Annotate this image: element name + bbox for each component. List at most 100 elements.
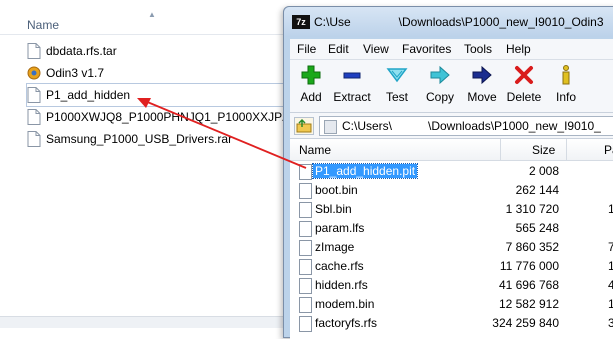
explorer-file-usb-drivers[interactable]: Samsung_P1000_USB_Drivers.rar [27, 128, 299, 150]
archive-row-size: 41 696 768 [498, 278, 559, 292]
explorer-file-label: dbdata.rfs.tar [46, 44, 117, 58]
delete-icon [515, 66, 533, 84]
archive-row-size: 565 248 [515, 221, 559, 235]
archive-row-packed: 4 [608, 278, 613, 292]
explorer-file-p1-add-hidden[interactable]: P1_add_hidden [25, 83, 301, 107]
copy-button[interactable]: Copy [418, 64, 462, 104]
file-icon [299, 240, 312, 256]
up-folder-button[interactable] [294, 117, 314, 135]
test-icon [386, 68, 408, 83]
address-input[interactable]: C:\Users\ \Downloads\P1000_new_I9010_ [319, 116, 613, 136]
archive-row-size: 324 259 840 [492, 316, 559, 330]
explorer-horizontal-scrollbar[interactable] [0, 316, 285, 328]
file-icon [27, 109, 41, 125]
sevenzip-menubar: File Edit View Favorites Tools Help [290, 39, 613, 60]
file-icon [27, 87, 41, 103]
extract-button-label: Extract [333, 90, 371, 104]
test-button[interactable]: Test [375, 64, 419, 104]
archive-row-name: modem.bin [315, 297, 375, 311]
copy-button-label: Copy [425, 90, 454, 104]
archive-file-list: Name Size Pac P1_add_hidden.pit 2 008 bo… [290, 139, 613, 339]
archive-row-name: boot.bin [315, 183, 358, 197]
file-icon [299, 278, 312, 294]
delete-button[interactable]: Delete [502, 64, 546, 104]
archive-row-sbl-bin[interactable]: Sbl.bin 1 310 720 1 [290, 200, 613, 219]
explorer-column-header[interactable]: ▲ Name [0, 8, 285, 35]
file-icon [27, 131, 41, 147]
add-icon [301, 65, 321, 85]
explorer-name-column-label: Name [27, 18, 60, 32]
explorer-file-label: P1_add_hidden [46, 88, 131, 102]
folder-up-icon [296, 118, 312, 133]
archive-row-size: 12 582 912 [498, 297, 559, 311]
extract-button[interactable]: Extract [330, 64, 374, 104]
extract-icon [343, 72, 361, 79]
column-packed-header[interactable]: Pac [604, 143, 613, 157]
archive-row-name: param.lfs [315, 221, 365, 235]
test-button-label: Test [385, 90, 408, 104]
archive-row-param-lfs[interactable]: param.lfs 565 248 [290, 219, 613, 238]
archive-row-zimage[interactable]: zImage 7 860 352 7 [290, 238, 613, 257]
drive-icon [324, 120, 337, 134]
archive-row-size: 2 008 [528, 164, 559, 178]
explorer-panel: ▲ Name dbdata.rfs.tar Odin3 v1.7 P1_add_… [0, 0, 301, 328]
move-button-label: Move [467, 90, 497, 104]
archive-row-name: zImage [315, 240, 355, 254]
column-divider[interactable] [500, 139, 501, 160]
explorer-file-list: dbdata.rfs.tar Odin3 v1.7 P1_add_hidden … [25, 40, 301, 150]
archive-row-packed: 7 [608, 240, 613, 254]
sevenzip-window-title: C:\Use \Downloads\P1000_new_I9010_Odin3 [314, 15, 604, 29]
info-button-label: Info [555, 90, 576, 104]
archive-row-packed: 32 [608, 316, 613, 330]
archive-row-modem-bin[interactable]: modem.bin 12 582 912 1 [290, 295, 613, 314]
add-button[interactable]: Add [289, 64, 333, 104]
sevenzip-toolbar: Add Extract Test Copy Move Delete Info [290, 60, 613, 113]
delete-button-label: Delete [506, 90, 542, 104]
sort-arrow-icon: ▲ [148, 10, 156, 19]
file-icon [299, 316, 312, 332]
archive-row-boot-bin[interactable]: boot.bin 262 144 [290, 181, 613, 200]
archive-row-hidden-rfs[interactable]: hidden.rfs 41 696 768 4 [290, 276, 613, 295]
menu-view[interactable]: View [363, 42, 389, 56]
archive-row-size: 1 310 720 [505, 202, 559, 216]
info-icon [562, 65, 570, 85]
archive-row-name: Sbl.bin [315, 202, 352, 216]
archive-row-factoryfs-rfs[interactable]: factoryfs.rfs 324 259 840 32 [290, 314, 613, 333]
archive-row-size: 262 144 [515, 183, 559, 197]
archive-row-size: 11 776 000 [499, 259, 559, 273]
column-size-header[interactable]: Size [532, 143, 555, 157]
archive-column-header: Name Size Pac [290, 139, 613, 161]
menu-tools[interactable]: Tools [464, 42, 492, 56]
archive-row-packed: 1 [608, 297, 613, 311]
explorer-file-label: Odin3 v1.7 [46, 66, 105, 80]
explorer-file-odin3[interactable]: Odin3 v1.7 [27, 62, 299, 84]
explorer-file-label: P1000XWJQ8_P1000PHNJQ1_P1000XXJPZ... [46, 110, 300, 124]
menu-file[interactable]: File [297, 42, 316, 56]
menu-help[interactable]: Help [506, 42, 531, 56]
file-icon [27, 43, 41, 59]
odin-app-icon [27, 66, 41, 80]
explorer-file-dbdata[interactable]: dbdata.rfs.tar [27, 40, 299, 62]
move-icon [472, 65, 492, 85]
archive-row-p1-add-hidden-pit[interactable]: P1_add_hidden.pit 2 008 [290, 162, 613, 181]
menu-favorites[interactable]: Favorites [402, 42, 451, 56]
move-button[interactable]: Move [460, 64, 504, 104]
copy-icon [430, 65, 450, 85]
address-text: C:\Users\ \Downloads\P1000_new_I9010_ [342, 119, 601, 133]
sevenzip-titlebar[interactable]: 7z C:\Use \Downloads\P1000_new_I9010_Odi… [284, 7, 613, 37]
column-name-header[interactable]: Name [299, 143, 331, 157]
archive-row-size: 7 860 352 [505, 240, 559, 254]
column-divider[interactable] [566, 139, 567, 160]
file-icon [299, 221, 312, 237]
file-icon [299, 183, 312, 199]
archive-row-packed: 1 [608, 259, 613, 273]
explorer-file-label: Samsung_P1000_USB_Drivers.rar [46, 132, 233, 146]
archive-row-name: hidden.rfs [315, 278, 368, 292]
file-icon [299, 202, 312, 218]
info-button[interactable]: Info [544, 64, 588, 104]
menu-edit[interactable]: Edit [328, 42, 349, 56]
archive-row-cache-rfs[interactable]: cache.rfs 11 776 000 1 [290, 257, 613, 276]
add-button-label: Add [300, 90, 322, 104]
sevenzip-window: 7z C:\Use \Downloads\P1000_new_I9010_Odi… [283, 6, 613, 339]
explorer-file-p1000xwjq8[interactable]: P1000XWJQ8_P1000PHNJQ1_P1000XXJPZ... [27, 106, 299, 128]
